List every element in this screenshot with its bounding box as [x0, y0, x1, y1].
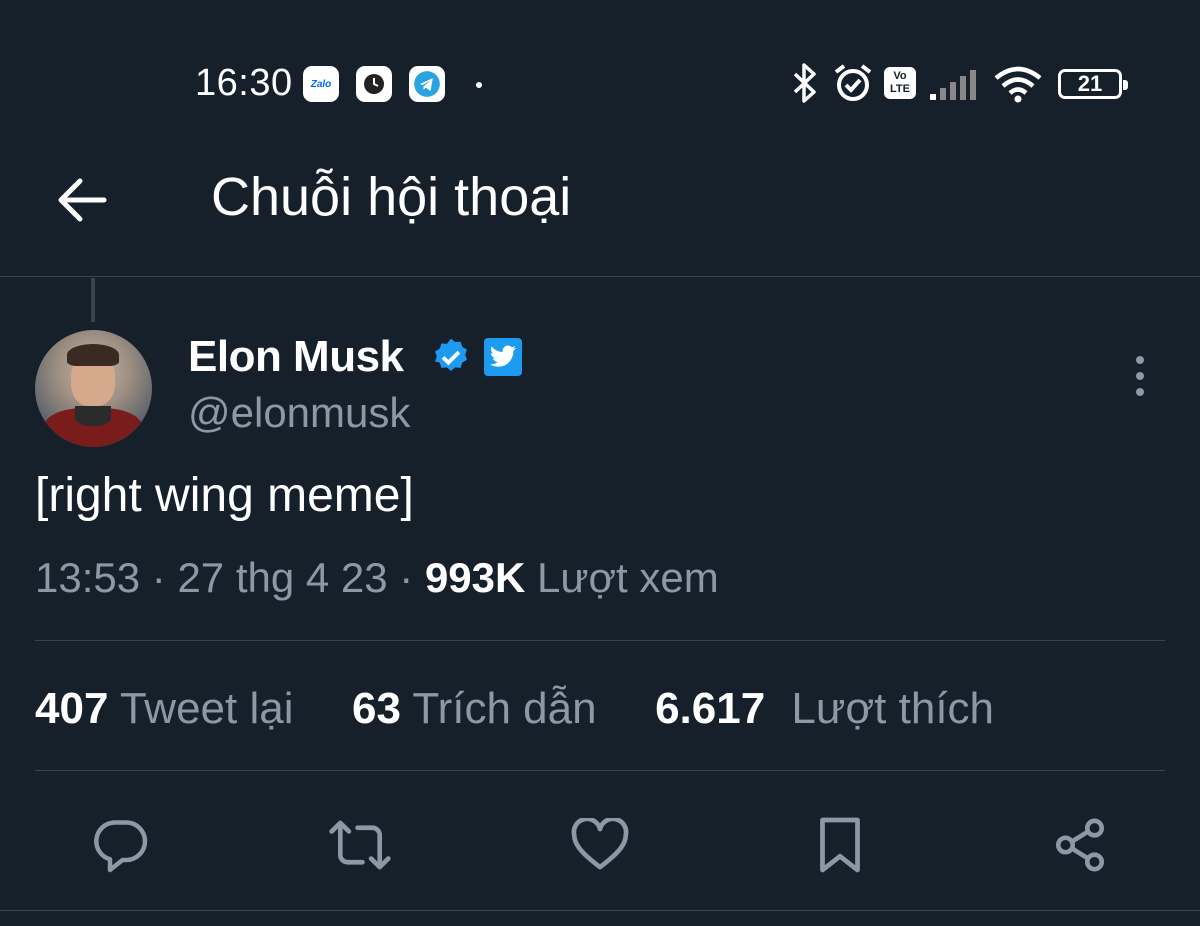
battery-icon: 21 — [1058, 69, 1128, 99]
volte-label-bottom: LTE — [890, 83, 910, 95]
share-button[interactable] — [1048, 815, 1112, 875]
retweet-button[interactable] — [328, 815, 392, 875]
bookmark-button[interactable] — [808, 815, 872, 875]
zalo-label: Zalo — [310, 78, 332, 90]
more-options-icon[interactable] — [1130, 356, 1150, 396]
tweet-text: [right wing meme] — [35, 469, 414, 522]
tweet-stats: 407 Tweet lại 63 Trích dẫn 6.617 Lượt th… — [35, 684, 994, 734]
retweets-stat[interactable]: 407 Tweet lại — [35, 684, 294, 733]
divider — [35, 770, 1165, 771]
status-time: 16:30 — [195, 62, 293, 104]
reply-icon — [94, 820, 148, 873]
bluetooth-icon — [793, 63, 816, 103]
header-divider — [0, 276, 1200, 277]
reply-button[interactable] — [88, 815, 152, 875]
battery-level: 21 — [1077, 71, 1103, 96]
share-icon — [1055, 818, 1105, 872]
zalo-icon: Zalo — [303, 66, 339, 102]
volte-icon: Vo LTE — [884, 67, 916, 99]
retweets-label: Tweet lại — [119, 684, 294, 733]
divider — [35, 640, 1165, 641]
heart-icon — [571, 818, 629, 870]
avatar[interactable] — [35, 330, 152, 447]
alarm-icon — [834, 64, 872, 101]
twitter-bird-badge-icon — [484, 338, 522, 376]
author-name[interactable]: Elon Musk — [188, 332, 404, 382]
telegram-icon — [409, 66, 445, 102]
likes-label: Lượt thích — [791, 684, 995, 733]
likes-count: 6.617 — [655, 684, 766, 733]
tweet-time: 13:53 — [35, 554, 141, 601]
clock-app-icon — [356, 66, 392, 102]
quotes-stat[interactable]: 63 Trích dẫn — [352, 684, 597, 733]
notification-dot — [476, 82, 482, 88]
views-count: 993K — [424, 554, 526, 601]
like-button[interactable] — [568, 815, 632, 875]
wifi-icon — [994, 66, 1042, 103]
signal-icon — [930, 70, 976, 100]
retweet-icon — [329, 820, 391, 870]
back-arrow-icon[interactable] — [56, 175, 108, 225]
quotes-count: 63 — [351, 684, 401, 733]
bookmark-icon — [820, 817, 860, 873]
likes-stat[interactable]: 6.617 Lượt thích — [655, 684, 994, 733]
quotes-label: Trích dẫn — [412, 684, 597, 733]
divider — [0, 910, 1200, 911]
verified-badge-icon — [435, 338, 467, 371]
retweets-count: 407 — [35, 684, 109, 733]
author-handle[interactable]: @elonmusk — [188, 389, 410, 437]
thread-connector-line — [91, 278, 95, 322]
tweet-meta: 13:53 · 27 thg 4 23 · 993K Lượt xem — [35, 554, 719, 601]
views-label[interactable]: Lượt xem — [537, 554, 719, 601]
tweet-date: 27 thg 4 23 — [177, 554, 388, 601]
volte-label-top: Vo — [893, 70, 907, 82]
page-title: Chuỗi hội thoại — [211, 167, 572, 227]
